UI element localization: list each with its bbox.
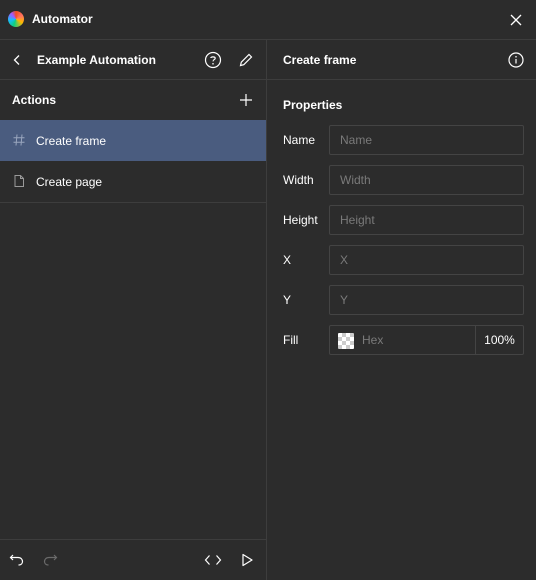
redo-button[interactable] — [39, 549, 61, 571]
right-panel: Create frame Properties Name Width Heigh… — [267, 40, 536, 580]
info-button[interactable] — [505, 49, 527, 71]
width-input[interactable] — [329, 165, 524, 195]
code-icon — [204, 555, 222, 565]
title-bar: Automator — [0, 0, 536, 40]
action-detail-title: Create frame — [283, 53, 357, 67]
property-row-width: Width — [283, 165, 524, 195]
automation-header: Example Automation — [0, 40, 266, 80]
property-row-fill: Fill 100% — [283, 325, 524, 355]
property-label: Height — [283, 213, 318, 227]
info-icon — [508, 52, 524, 68]
actions-header: Actions — [0, 80, 266, 120]
close-button[interactable] — [506, 10, 526, 30]
chevron-left-icon — [13, 55, 20, 65]
app-logo-icon — [8, 11, 24, 27]
undo-icon — [9, 554, 24, 566]
redo-icon — [43, 554, 58, 566]
close-icon — [510, 14, 522, 26]
bottom-toolbar — [0, 539, 267, 580]
app-title: Automator — [32, 12, 93, 26]
height-input[interactable] — [329, 205, 524, 235]
hash-icon — [13, 134, 25, 146]
action-item-create-frame[interactable]: Create frame — [0, 120, 266, 161]
property-row-x: X — [283, 245, 524, 275]
property-label: Width — [283, 173, 314, 187]
pencil-icon — [239, 53, 253, 67]
property-row-name: Name — [283, 125, 524, 155]
back-button[interactable] — [6, 49, 28, 71]
name-input[interactable] — [329, 125, 524, 155]
property-label: X — [283, 253, 292, 267]
action-item-label: Create page — [36, 175, 103, 189]
action-detail-header: Create frame — [267, 40, 536, 80]
actions-divider — [0, 202, 266, 203]
help-button[interactable] — [202, 49, 224, 71]
hex-input[interactable] — [362, 326, 474, 354]
property-row-height: Height — [283, 205, 524, 235]
opacity-value[interactable]: 100% — [476, 326, 523, 354]
properties-heading: Properties — [283, 98, 343, 112]
y-input[interactable] — [329, 285, 524, 315]
add-action-button[interactable] — [235, 89, 257, 111]
fill-field: 100% — [329, 325, 524, 355]
property-label: Y — [283, 293, 292, 307]
run-button[interactable] — [236, 549, 258, 571]
property-row-y: Y — [283, 285, 524, 315]
page-icon — [14, 175, 24, 187]
action-item-label: Create frame — [36, 134, 107, 148]
property-label: Fill — [283, 333, 299, 347]
help-icon — [204, 51, 222, 69]
edit-button[interactable] — [235, 49, 257, 71]
code-button[interactable] — [202, 549, 224, 571]
color-swatch[interactable] — [338, 333, 354, 349]
automation-name: Example Automation — [37, 53, 156, 67]
undo-button[interactable] — [6, 549, 28, 571]
play-icon — [242, 553, 253, 567]
left-panel: Example Automation Actions Create frame — [0, 40, 267, 580]
action-item-create-page[interactable]: Create page — [0, 161, 266, 202]
x-input[interactable] — [329, 245, 524, 275]
actions-label: Actions — [12, 93, 57, 107]
property-label: Name — [283, 133, 316, 147]
plus-icon — [240, 94, 252, 106]
